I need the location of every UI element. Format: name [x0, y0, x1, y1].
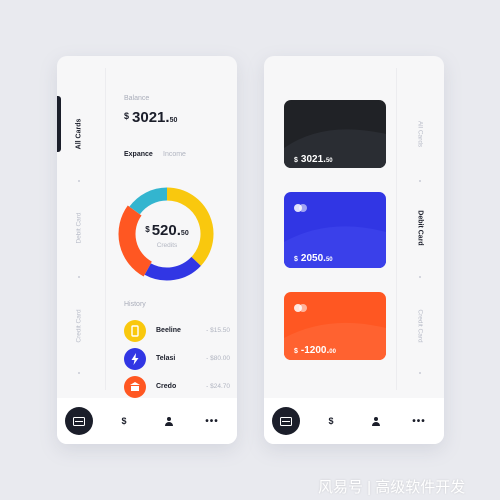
history-item-credo[interactable]: Credo - $24.70: [124, 376, 230, 398]
nav-profile-button[interactable]: [160, 412, 178, 430]
tab-separator-dot: [78, 180, 80, 182]
donut-center: $520.50 Credits: [117, 184, 217, 284]
history-item-telasi[interactable]: Telasi - $80.00: [124, 348, 230, 370]
history-amount: - $24.70: [206, 383, 230, 390]
tab-expance[interactable]: Expance: [124, 151, 153, 158]
card-cents: 00: [329, 349, 336, 355]
nav-more-button[interactable]: •••: [203, 412, 221, 430]
history-name: Credo: [156, 383, 177, 390]
card-brand-icon: [294, 204, 310, 212]
history-amount: - $15.50: [206, 327, 230, 334]
lightning-icon: [124, 348, 146, 370]
tab-income[interactable]: Income: [163, 151, 186, 158]
debit-card-screen: $3021.50 $2050.50 $ -1200.00 All Cards De…: [264, 56, 444, 444]
tab-separator-dot: [419, 180, 421, 182]
nav-dollar-button[interactable]: $: [322, 412, 340, 430]
history-label: History: [124, 301, 146, 308]
balance-main: 3021.: [132, 109, 170, 126]
nav-dollar-button[interactable]: $: [115, 412, 133, 430]
more-icon: •••: [412, 416, 426, 427]
history-item-beeline[interactable]: Beeline - $15.50: [124, 320, 230, 342]
credits-main: 520.: [151, 222, 181, 239]
card-cents: 50: [325, 257, 333, 263]
card-balance: $ -1200.00: [294, 340, 336, 358]
card-black[interactable]: $3021.50: [284, 100, 386, 168]
sidebar-divider: [105, 68, 106, 390]
history-amount: - $80.00: [206, 355, 230, 362]
card-icon: [73, 417, 85, 427]
tab-label: Credit Card: [75, 309, 83, 343]
balance-cents: 50: [169, 117, 178, 124]
credits-label: Credits: [156, 242, 178, 249]
card-main: -1200.: [300, 345, 330, 356]
card-orange[interactable]: $ -1200.00: [284, 292, 386, 360]
card-brand-icon: [294, 304, 310, 312]
currency-symbol: $: [145, 225, 150, 234]
card-main: 2050.: [300, 253, 326, 264]
card-balance: $2050.50: [294, 248, 333, 266]
dollar-icon: $: [328, 416, 334, 426]
dollar-icon: $: [121, 416, 127, 426]
more-icon: •••: [205, 416, 219, 427]
history-name: Telasi: [156, 355, 176, 362]
currency-symbol: $: [294, 256, 298, 263]
tab-label: Credit Card: [416, 309, 424, 343]
nav-cards-button[interactable]: [65, 407, 93, 435]
nav-more-button[interactable]: •••: [410, 412, 428, 430]
tab-separator-dot: [78, 372, 80, 374]
card-cents: 50: [325, 158, 333, 164]
history-name: Beeline: [156, 327, 181, 334]
balance-amount: $3021.50: [124, 109, 177, 127]
tab-separator-dot: [78, 276, 80, 278]
phone-icon: [124, 320, 146, 342]
all-cards-screen: All Cards Debit Card Credit Card Balance…: [57, 56, 237, 444]
currency-symbol: $: [124, 111, 130, 121]
bottom-navigation: $ •••: [264, 398, 444, 444]
bank-icon: [124, 376, 146, 398]
card-balance: $3021.50: [294, 149, 333, 167]
tab-label: All Cards: [416, 120, 424, 148]
tab-separator-dot: [419, 276, 421, 278]
credits-cents: 50: [180, 230, 189, 237]
card-icon: [280, 417, 292, 427]
currency-symbol: $: [294, 348, 298, 355]
user-icon: [165, 417, 173, 427]
nav-profile-button[interactable]: [367, 412, 385, 430]
tab-label: All Cards: [75, 118, 83, 150]
tab-label: Debit Card: [75, 212, 83, 244]
credits-amount: $520.50: [117, 222, 217, 240]
nav-cards-button[interactable]: [272, 407, 300, 435]
card-main: 3021.: [300, 154, 326, 165]
balance-label: Balance: [124, 95, 150, 102]
user-icon: [372, 417, 380, 427]
tab-separator-dot: [419, 372, 421, 374]
bottom-navigation: $ •••: [57, 398, 237, 444]
active-tab-indicator: [57, 96, 61, 152]
watermark: 风易号 | 高级软件开发: [318, 479, 466, 496]
card-blue[interactable]: $2050.50: [284, 192, 386, 268]
tab-label: Debit Card: [416, 210, 424, 246]
currency-symbol: $: [294, 157, 298, 164]
sidebar-divider: [396, 68, 397, 390]
